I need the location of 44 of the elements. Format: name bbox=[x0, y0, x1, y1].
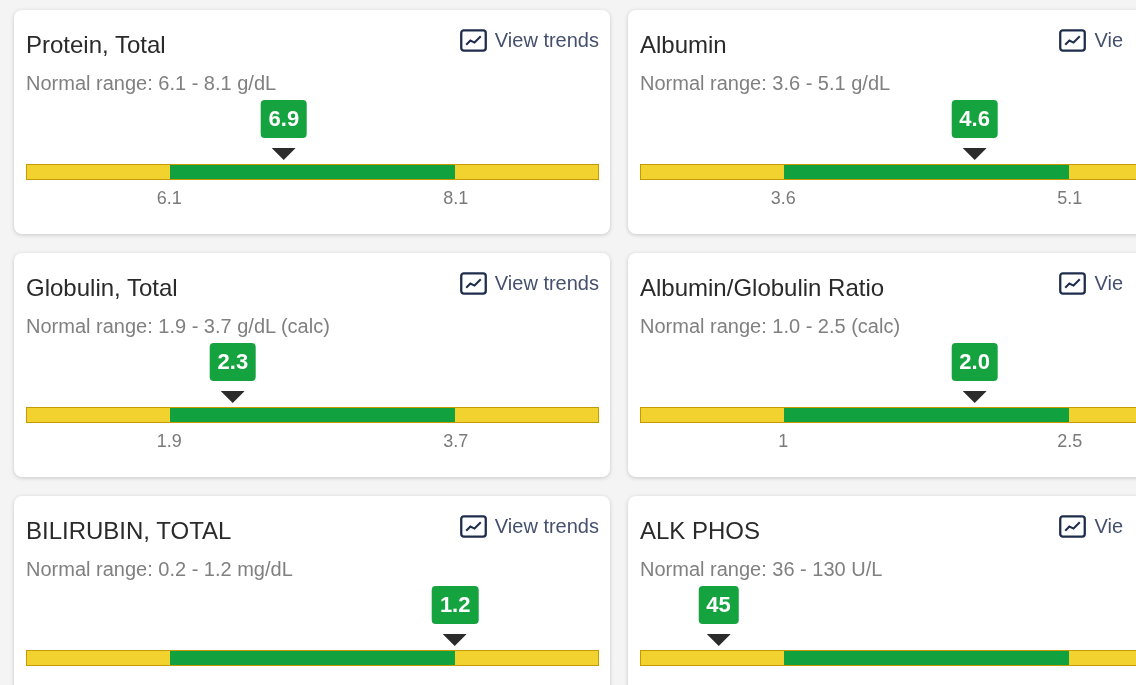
pointer-icon bbox=[962, 391, 987, 403]
range-low-label: 1 bbox=[778, 431, 789, 452]
trend-chart-icon bbox=[1059, 271, 1087, 295]
view-trends-link[interactable]: View trends bbox=[459, 271, 599, 295]
trend-chart-icon bbox=[1059, 514, 1087, 538]
value-badge: 6.9 bbox=[260, 100, 308, 138]
pointer-icon bbox=[706, 634, 731, 646]
test-name: BILIRUBIN, TOTAL bbox=[26, 516, 232, 546]
value-badge: 2.3 bbox=[209, 343, 257, 381]
normal-range: Normal range: 1.9 - 3.7 g/dL (calc) bbox=[26, 314, 331, 339]
trend-chart-icon bbox=[1059, 28, 1087, 52]
range-high-label: 3.7 bbox=[443, 431, 469, 452]
test-name: ALK PHOS bbox=[640, 516, 761, 546]
normal-range: Normal range: 1.0 - 2.5 (calc) bbox=[640, 314, 902, 339]
range-high-label: 2.5 bbox=[1057, 431, 1083, 452]
trend-chart-icon bbox=[459, 28, 487, 52]
view-trends-link[interactable]: View trends bbox=[459, 514, 599, 538]
value-badge: 4.6 bbox=[951, 100, 998, 138]
test-name: Albumin bbox=[640, 30, 727, 60]
view-trends-link[interactable]: Vie bbox=[1059, 514, 1123, 538]
value-badge: 1.2 bbox=[431, 586, 479, 624]
view-trends-link[interactable]: Vie bbox=[1059, 28, 1123, 52]
view-trends-link[interactable]: Vie bbox=[1059, 271, 1123, 295]
test-name: Globulin, Total bbox=[26, 273, 178, 303]
view-trends-link[interactable]: View trends bbox=[459, 28, 599, 52]
pointer-icon bbox=[271, 148, 296, 160]
trend-chart-icon bbox=[459, 514, 487, 538]
value-badge: 2.0 bbox=[951, 343, 998, 381]
value-badge: 45 bbox=[698, 586, 739, 624]
normal-range: Normal range: 6.1 - 8.1 g/dL bbox=[26, 71, 278, 96]
test-name: Protein, Total bbox=[26, 30, 166, 60]
trend-chart-icon bbox=[459, 271, 487, 295]
pointer-icon bbox=[962, 148, 987, 160]
normal-range: Normal range: 0.2 - 1.2 mg/dL bbox=[26, 557, 294, 582]
range-low-label: 3.6 bbox=[770, 188, 796, 209]
range-low-label: 1.9 bbox=[156, 431, 182, 452]
pointer-icon bbox=[443, 634, 468, 646]
normal-range: Normal range: 36 - 130 U/L bbox=[640, 557, 884, 582]
pointer-icon bbox=[220, 391, 245, 403]
range-low-label: 6.1 bbox=[156, 188, 182, 209]
range-high-label: 5.1 bbox=[1057, 188, 1083, 209]
test-name: Albumin/Globulin Ratio bbox=[640, 273, 885, 303]
range-high-label: 8.1 bbox=[443, 188, 469, 209]
normal-range: Normal range: 3.6 - 5.1 g/dL bbox=[640, 71, 892, 96]
